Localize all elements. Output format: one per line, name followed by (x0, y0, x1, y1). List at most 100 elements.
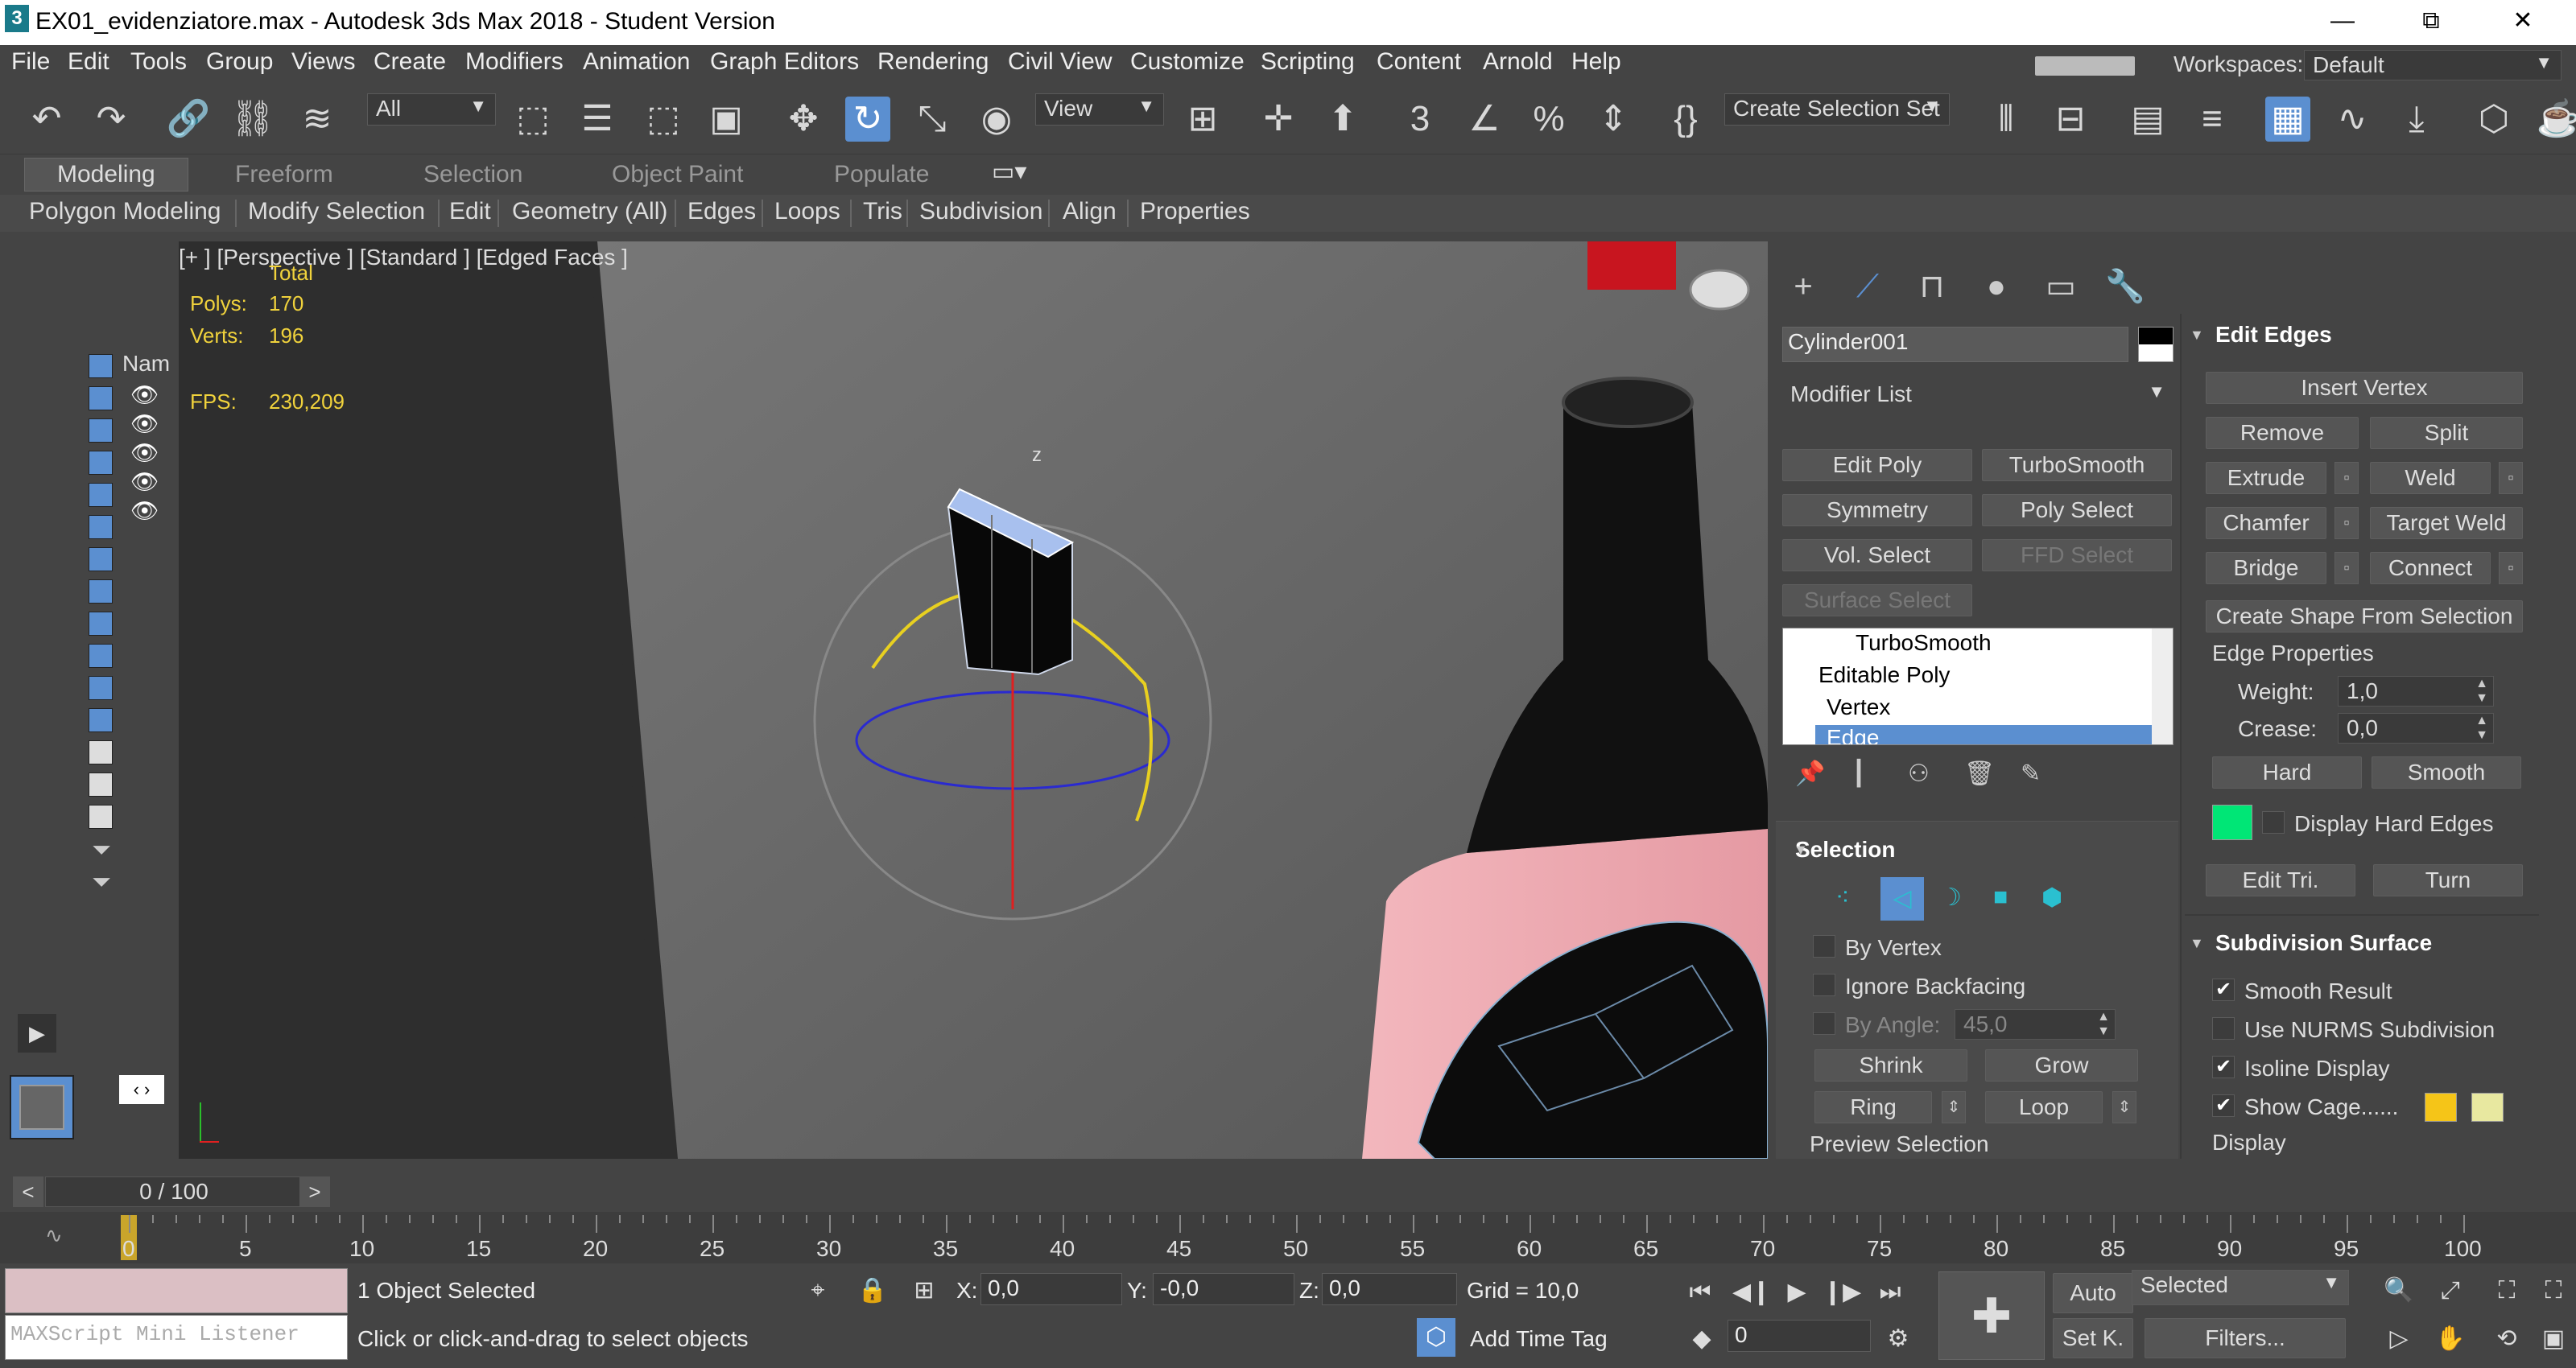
menu-tools[interactable]: Tools (130, 48, 187, 76)
pin-stack-icon[interactable]: 📌 (1795, 760, 1825, 788)
menu-customize[interactable]: Customize (1130, 48, 1245, 76)
menu-file[interactable]: File (11, 48, 50, 76)
panel-modify-selection[interactable]: Modify Selection (248, 198, 425, 225)
collapse-arrow-icon[interactable]: ▼ (1794, 842, 1808, 859)
time-slider[interactable]: < 0 / 100 > (0, 1172, 2576, 1212)
eye-icon[interactable]: 👁 (130, 410, 159, 437)
key-filter-dropdown[interactable]: Selected ▼ (2132, 1270, 2349, 1305)
display-tab-icon[interactable]: ▭ (2037, 262, 2085, 311)
insert-vertex-button[interactable]: Insert Vertex (2206, 372, 2523, 404)
render-setup-icon[interactable]: ☕ (2536, 97, 2576, 142)
menu-views[interactable]: Views (291, 48, 355, 76)
scene-explorer-toggle-icon[interactable]: ▤ (2125, 97, 2170, 142)
go-to-end-icon[interactable]: ⏭ (1871, 1273, 1909, 1312)
remove-button[interactable]: Remove (2206, 417, 2359, 449)
play-animation-icon[interactable]: ▶ (1777, 1273, 1816, 1312)
border-level-icon[interactable]: ☽ (1940, 884, 1962, 912)
zoom-all-icon[interactable]: ⤢ (2431, 1271, 2470, 1310)
chamfer-settings-button[interactable]: ▫ (2334, 507, 2359, 539)
workspaces-dropdown[interactable]: Default ▼ (2304, 50, 2562, 80)
bridge-settings-button[interactable]: ▫ (2334, 552, 2359, 584)
panel-edit[interactable]: Edit (449, 198, 491, 225)
schematic-view-icon[interactable]: ⤓ (2394, 97, 2439, 142)
smooth-result-checkbox[interactable]: ✔ (2212, 979, 2235, 1001)
select-manipulate-icon[interactable]: ✛ (1256, 97, 1301, 142)
current-frame-field[interactable]: 0 (1728, 1320, 1871, 1352)
use-nurms-checkbox[interactable] (2212, 1017, 2235, 1040)
stack-item-vertex[interactable]: Vertex (1827, 694, 1890, 720)
redo-icon[interactable]: ↷ (89, 97, 134, 142)
place-icon[interactable]: ◉ (974, 97, 1019, 142)
stack-scrollbar[interactable] (2152, 628, 2173, 744)
element-level-icon[interactable]: ⬢ (2041, 884, 2062, 912)
weld-settings-button[interactable]: ▫ (2499, 462, 2523, 494)
motion-tab-icon[interactable]: ● (1972, 262, 2021, 311)
snap-toggle-icon[interactable]: 3 (1397, 97, 1443, 142)
filter-geometry-icon[interactable] (89, 354, 113, 378)
subdivision-surface-title[interactable]: Subdivision Surface (2215, 930, 2432, 956)
make-unique-icon[interactable]: ⚇ (1908, 760, 1930, 788)
eye-icon[interactable]: 👁 (130, 439, 159, 466)
pivot-center-icon[interactable]: ⊞ (1180, 97, 1225, 142)
ffd-select-button[interactable]: FFD Select (1982, 539, 2172, 571)
time-configuration-icon[interactable]: ⚙ (1879, 1320, 1918, 1358)
auto-key-button[interactable]: Auto (2053, 1273, 2133, 1313)
stack-item-edge[interactable]: Edge (1815, 725, 2153, 744)
close-button[interactable]: ✕ (2499, 3, 2547, 39)
modifier-stack[interactable]: TurboSmooth Editable Poly Vertex Edge (1782, 628, 2174, 745)
rotate-icon[interactable]: ↻ (845, 97, 890, 142)
panel-subdivision[interactable]: Subdivision (919, 198, 1042, 225)
play-icon[interactable]: ▶ (18, 1014, 56, 1053)
menu-civil-view[interactable]: Civil View (1008, 48, 1112, 76)
filter-icon[interactable]: ⏷ (92, 837, 111, 864)
absolute-mode-icon[interactable]: ⊞ (905, 1271, 943, 1310)
by-angle-checkbox[interactable] (1813, 1012, 1835, 1035)
polygon-level-icon[interactable]: ■ (1993, 884, 2008, 911)
modify-tab-icon[interactable]: ⟋ (1843, 262, 1892, 311)
invert-display-icon[interactable] (89, 805, 113, 829)
z-coordinate-field[interactable]: 0,0 (1322, 1273, 1457, 1305)
edit-edges-rollout-title[interactable]: Edit Edges (2215, 322, 2332, 348)
y-coordinate-field[interactable]: -0,0 (1153, 1273, 1294, 1305)
bind-space-warp-icon[interactable]: ≋ (295, 97, 340, 142)
loop-button[interactable]: Loop (1985, 1091, 2103, 1123)
add-time-tag-label[interactable]: Add Time Tag (1470, 1326, 1608, 1352)
viewport-label[interactable]: [+ ] [Perspective ] [Standard ] [Edged F… (179, 245, 628, 270)
collapse-arrow-icon[interactable]: ▼ (2190, 327, 2204, 344)
scale-icon[interactable]: ⤡ (910, 97, 955, 142)
filter-xrefs-icon[interactable] (89, 579, 113, 604)
filter-shapes-icon[interactable] (89, 386, 113, 410)
filter-groups-icon[interactable] (89, 547, 113, 571)
maxscript-listener-output[interactable]: MAXScript Mini Listener (5, 1315, 348, 1360)
curve-editor-icon[interactable]: ∿ (2330, 97, 2375, 142)
display-hard-edges-checkbox[interactable] (2262, 811, 2285, 834)
ribbon-options-icon[interactable]: ▭▾ (992, 158, 1026, 186)
target-weld-button[interactable]: Target Weld (2370, 507, 2523, 539)
mirror-icon[interactable]: ⫴ (1984, 97, 2029, 142)
panel-polygon-modeling[interactable]: Polygon Modeling (29, 198, 221, 225)
eye-icon[interactable]: 👁 (130, 381, 159, 408)
ring-button[interactable]: Ring (1814, 1091, 1932, 1123)
move-icon[interactable]: ✥ (781, 97, 826, 142)
turbosmooth-button[interactable]: TurboSmooth (1982, 449, 2172, 481)
by-angle-spinner[interactable]: 45,0 ▲ ▼ (1955, 1009, 2116, 1040)
filter-frozen-icon[interactable] (89, 676, 113, 700)
unlink-icon[interactable]: ⛓ (230, 97, 275, 142)
isolate-selection-icon[interactable]: ⌖ (799, 1271, 837, 1310)
time-prev-button[interactable]: < (13, 1176, 43, 1207)
remove-modifier-icon[interactable]: 🗑 (1964, 760, 1995, 788)
stack-item-turbosmooth[interactable]: TurboSmooth (1856, 630, 1992, 656)
x-coordinate-field[interactable]: 0,0 (980, 1273, 1122, 1305)
align-icon[interactable]: ⊟ (2048, 97, 2093, 142)
go-to-start-icon[interactable]: ⏮ (1681, 1273, 1719, 1312)
surface-select-button[interactable]: Surface Select (1782, 584, 1972, 616)
time-next-button[interactable]: > (299, 1176, 330, 1207)
isoline-display-checkbox[interactable]: ✔ (2212, 1056, 2235, 1078)
weight-spinner[interactable]: 1,0 ▲ ▼ (2338, 676, 2494, 707)
menu-edit[interactable]: Edit (68, 48, 109, 76)
eye-icon[interactable]: 👁 (130, 468, 159, 495)
collapse-toggle-button[interactable]: ‹ › (119, 1075, 164, 1104)
extrude-button[interactable]: Extrude (2206, 462, 2326, 494)
connect-button[interactable]: Connect (2370, 552, 2491, 584)
object-color-swatch[interactable] (2138, 327, 2174, 362)
